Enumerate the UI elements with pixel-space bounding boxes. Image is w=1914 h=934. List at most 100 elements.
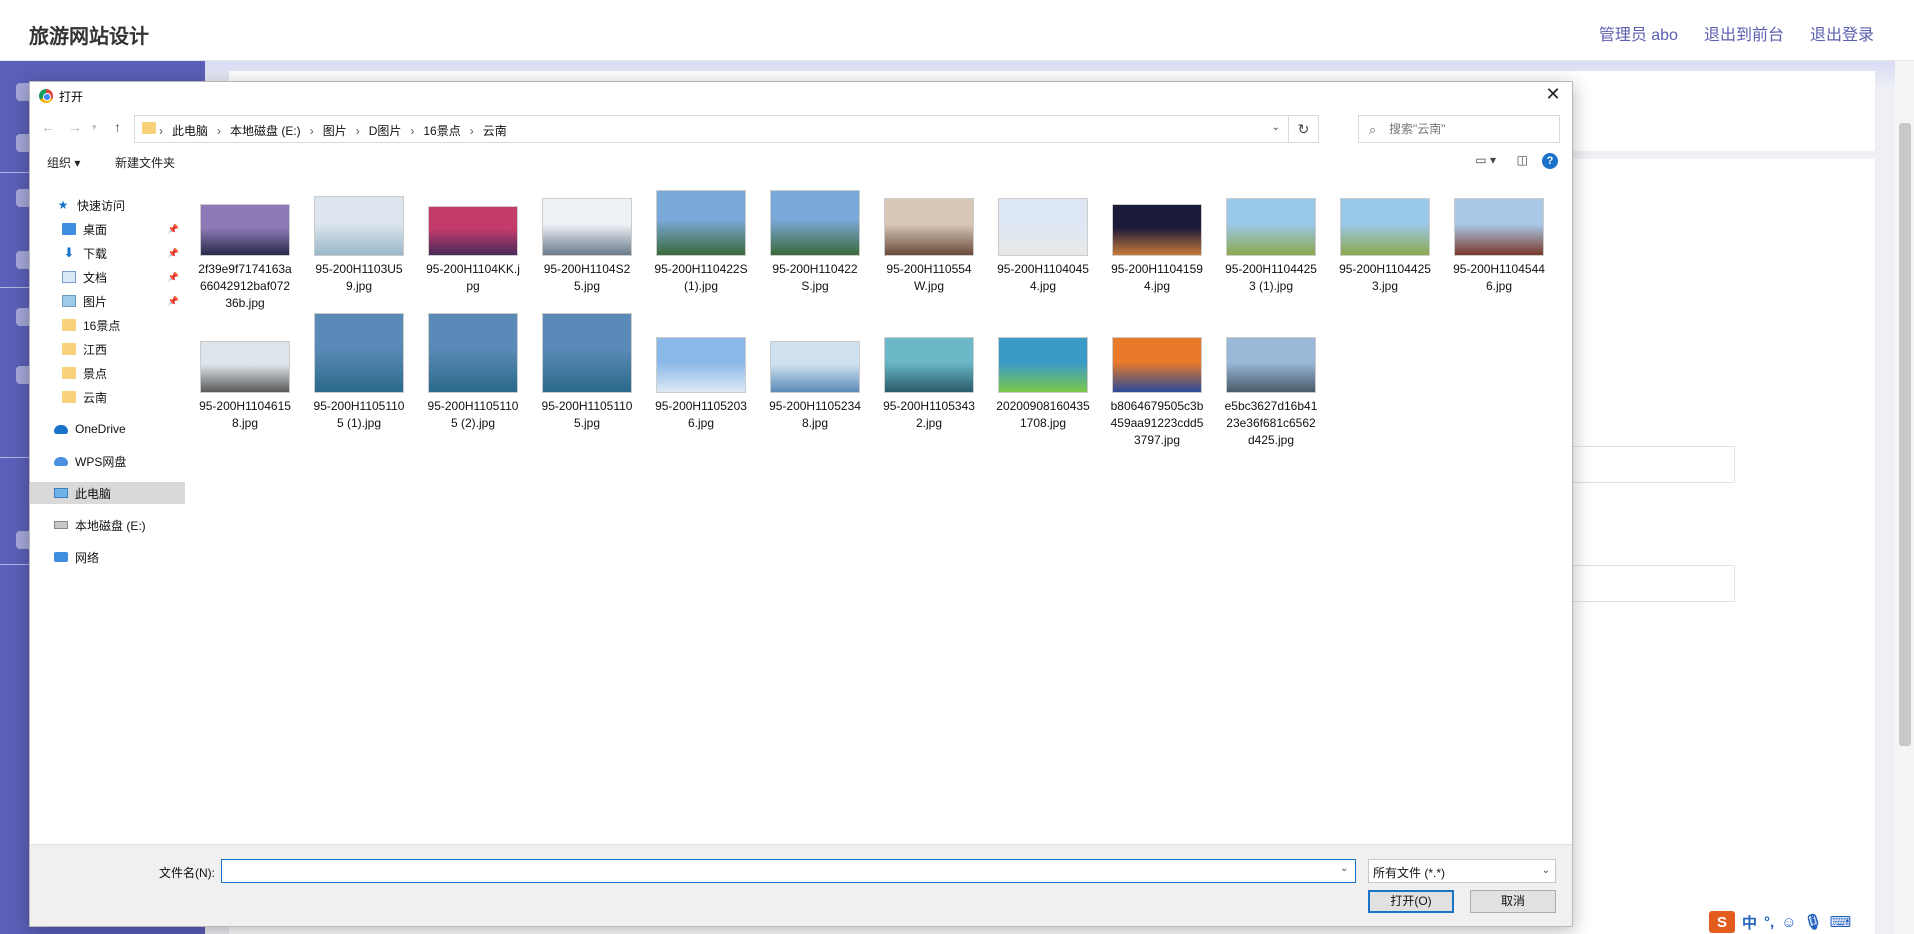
file-item[interactable]: 95-200H11051105 (1).jpg [311,313,407,432]
filename-label: 文件名(N): [159,866,215,880]
file-item[interactable]: 95-200H11052036.jpg [653,337,749,432]
file-item[interactable]: b8064679505c3b459aa91223cdd53797.jpg [1109,337,1205,449]
file-item[interactable]: 95-200H11051105 (2).jpg [425,313,521,432]
file-item[interactable]: 95-200H110554W.jpg [881,198,977,295]
image-thumbnail [428,206,518,256]
breadcrumb-item[interactable]: 此电脑 [172,122,208,139]
file-item[interactable]: e5bc3627d16b4123e36f681c6562d425.jpg [1223,337,1319,449]
file-item[interactable]: 95-200H110422S.jpg [767,190,863,295]
breadcrumb-item[interactable]: 云南 [483,122,507,139]
nav-item-documents[interactable]: 文档 📌 [30,266,187,288]
preview-pane-icon[interactable]: ◫ [1517,153,1528,167]
file-item[interactable]: 95-200H11053432.jpg [881,337,977,432]
organize-button[interactable]: 组织 ▾ [47,154,80,171]
sidebar-divider [0,172,30,173]
dialog-navbar: ← → ▾ ↑ › 此电脑 › 本地磁盘 (E:) › 图片 › D图片 › 1… [30,114,1572,144]
close-button[interactable]: ✕ [1542,84,1564,105]
file-name: e5bc3627d16b4123e36f681c6562d425.jpg [1224,399,1318,447]
nav-item-jingdian[interactable]: 景点 [30,362,187,384]
pin-icon: 📌 [167,271,179,282]
search-box[interactable]: ⌕ [1358,115,1560,143]
background-input[interactable] [1550,446,1735,483]
file-item[interactable]: 95-200H11044253.jpg [1337,198,1433,295]
ime-voice-icon[interactable]: 🎙 [1804,913,1823,931]
download-icon: ⬇ [63,245,75,260]
back-arrow-icon[interactable]: ← [41,119,55,135]
nav-item-local-disk-e[interactable]: 本地磁盘 (E:) [30,514,187,536]
chevron-down-icon[interactable]: ⌄ [1340,863,1348,874]
pin-icon: 📌 [167,295,179,306]
address-bar[interactable]: › 此电脑 › 本地磁盘 (E:) › 图片 › D图片 › 16景点 › 云南… [134,115,1319,143]
nav-item-downloads[interactable]: ⬇ 下载 📌 [30,242,187,264]
breadcrumb-item[interactable]: 图片 [323,122,347,139]
nav-item-label: 此电脑 [75,486,112,501]
file-item[interactable]: 95-200H11040454.jpg [995,198,1091,295]
file-item[interactable]: 2f39e9f7174163a66042912baf07236b.jpg [197,204,293,312]
file-item[interactable]: 95-200H1103U59.jpg [311,196,407,295]
folder-icon [142,122,156,134]
file-item[interactable]: 95-200H110422S (1).jpg [653,190,749,295]
nav-item-yunnan[interactable]: 云南 [30,386,187,408]
ime-emoji-icon[interactable]: ☺ [1781,914,1796,931]
search-input[interactable] [1389,120,1554,138]
nav-item-jiangxi[interactable]: 江西 [30,338,187,360]
file-item[interactable]: 95-200H1104S25.jpg [539,198,635,295]
nav-item-quick-access[interactable]: ★ 快速访问 [30,194,187,216]
sogou-ime-icon[interactable]: S [1709,911,1735,933]
forward-arrow-icon[interactable]: → [68,119,82,135]
file-item[interactable]: 95-200H1104KK.jpg [425,206,521,295]
page-scrollbar[interactable] [1895,61,1914,934]
filename-input[interactable] [221,859,1356,883]
nav-item-onedrive[interactable]: OneDrive [30,418,187,440]
admin-user-link[interactable]: 管理员 abo [1599,21,1678,45]
nav-item-label: WPS网盘 [75,454,127,469]
dialog-titlebar[interactable]: 打开 ✕ [30,82,1572,110]
recent-dropdown-icon[interactable]: ▾ [92,122,97,133]
up-arrow-icon[interactable]: ↑ [114,119,121,135]
file-item[interactable]: 95-200H11044253 (1).jpg [1223,198,1319,295]
view-options-icon[interactable]: ▭ ▾ [1475,153,1496,167]
file-item[interactable]: 95-200H11046158.jpg [197,341,293,432]
background-input[interactable] [1550,565,1735,602]
nav-item-network[interactable]: 网络 [30,546,187,568]
new-folder-button[interactable]: 新建文件夹 [115,154,175,171]
nav-item-16jingdian[interactable]: 16景点 [30,314,187,336]
folder-icon [62,319,76,331]
breadcrumb-item[interactable]: D图片 [369,122,402,139]
app-header: 旅游网站设计 管理员 abo 退出到前台 退出登录 [0,0,1914,61]
dialog-bottom-bar: 文件名(N): ⌄ 所有文件 (*.*) ⌄ 打开(O) 取消 [30,844,1572,926]
image-thumbnail [998,198,1088,256]
file-item[interactable]: 95-200H11051105.jpg [539,313,635,432]
breadcrumb-item[interactable]: 16景点 [423,122,460,139]
nav-item-pictures[interactable]: 图片 📌 [30,290,187,312]
refresh-icon[interactable]: ↻ [1288,116,1318,142]
nav-item-this-pc[interactable]: 此电脑 [30,482,185,504]
file-item[interactable]: 95-200H11045446.jpg [1451,198,1547,295]
ime-chinese-mode[interactable]: 中 [1742,912,1757,933]
star-icon: ★ [57,198,69,212]
file-name: 2f39e9f7174163a66042912baf07236b.jpg [198,262,292,310]
logout-link[interactable]: 退出登录 [1810,21,1874,45]
help-icon[interactable]: ? [1542,153,1558,169]
chrome-icon [39,89,53,103]
filetype-select[interactable]: 所有文件 (*.*) ⌄ [1368,859,1556,883]
image-thumbnail [884,198,974,256]
file-item[interactable]: 95-200H11041594.jpg [1109,204,1205,295]
back-to-frontend-link[interactable]: 退出到前台 [1704,21,1784,45]
chevron-down-icon[interactable]: ⌄ [1272,122,1280,133]
pin-icon: 📌 [167,223,179,234]
page-scrollbar-thumb[interactable] [1899,123,1911,746]
image-thumbnail [1226,198,1316,256]
cancel-button[interactable]: 取消 [1470,890,1556,913]
ime-punctuation[interactable]: °, [1764,914,1774,931]
nav-item-desktop[interactable]: 桌面 📌 [30,218,187,240]
file-item[interactable]: 202009081604351708.jpg [995,337,1091,432]
drive-icon [54,521,68,529]
nav-item-wps-cloud[interactable]: WPS网盘 [30,450,187,472]
ime-keyboard-icon[interactable]: ⌨ [1830,913,1852,931]
file-item[interactable]: 95-200H11052348.jpg [767,341,863,432]
nav-item-label: 文档 [83,270,108,285]
file-name: 95-200H11053432.jpg [883,399,975,430]
open-button[interactable]: 打开(O) [1368,890,1454,913]
breadcrumb-item[interactable]: 本地磁盘 (E:) [230,122,301,139]
